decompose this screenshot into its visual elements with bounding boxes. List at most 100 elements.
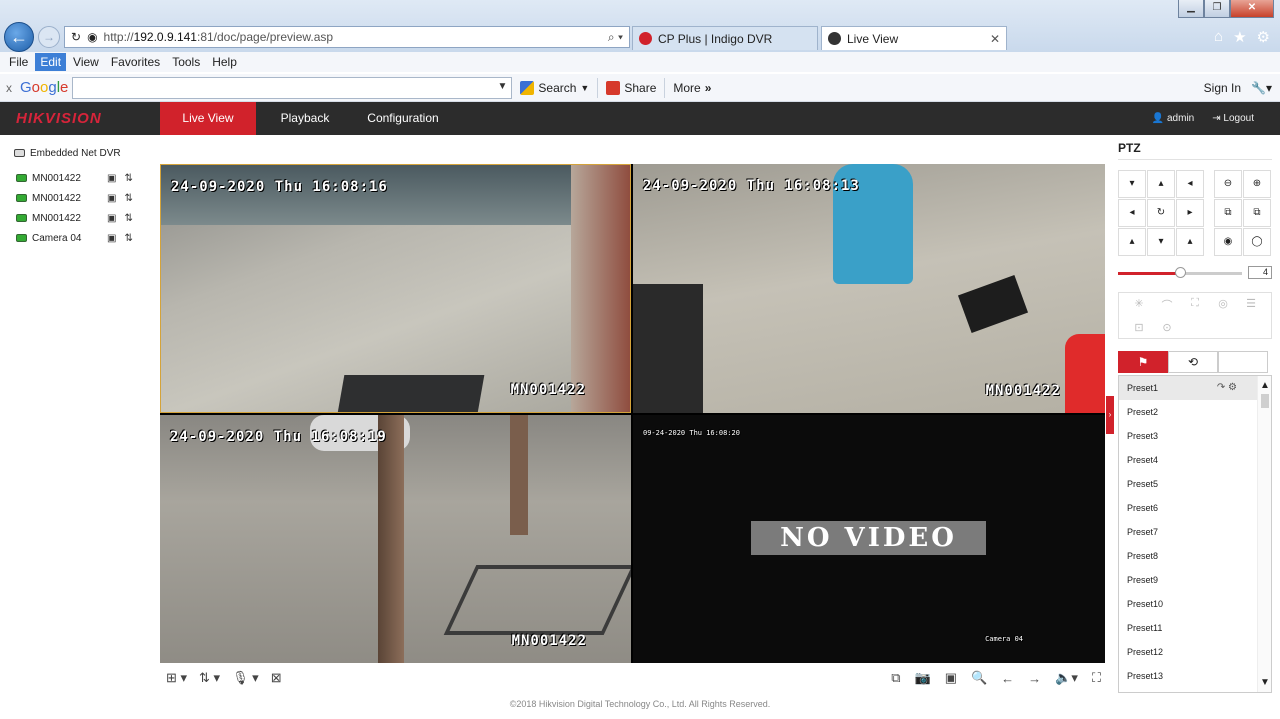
- next-page-icon[interactable]: →: [1028, 671, 1041, 686]
- stream-type-icon[interactable]: ⇅ ▾: [199, 670, 220, 686]
- back-button[interactable]: ←: [4, 22, 34, 52]
- ptz-down-right-button[interactable]: ▴: [1176, 228, 1204, 256]
- tab-cp-plus[interactable]: CP Plus | Indigo DVR: [632, 26, 818, 50]
- preset-item[interactable]: Preset12: [1119, 640, 1271, 664]
- ptz-left-button[interactable]: ◂: [1118, 199, 1146, 227]
- lens-init-icon[interactable]: ◎: [1209, 297, 1237, 313]
- light-icon[interactable]: ✳: [1125, 297, 1153, 313]
- preset-item[interactable]: Preset4: [1119, 448, 1271, 472]
- previous-page-icon[interactable]: ←: [1001, 671, 1014, 686]
- stream-icon[interactable]: ⇅: [124, 233, 132, 244]
- record-icon[interactable]: ▣: [107, 173, 116, 184]
- close-tab-icon[interactable]: ✕: [990, 32, 1000, 46]
- zoom-3d-icon[interactable]: ⊡: [1125, 321, 1153, 334]
- zoom-in-icon[interactable]: ⊖: [1214, 170, 1242, 198]
- ptz-right-button[interactable]: ▸: [1176, 199, 1204, 227]
- tab-playback[interactable]: Playback: [268, 102, 342, 135]
- tab-pattern[interactable]: [1218, 351, 1268, 373]
- google-search-input[interactable]: ▼: [72, 76, 513, 99]
- menu-view[interactable]: View: [68, 53, 104, 71]
- scroll-thumb[interactable]: [1261, 394, 1269, 408]
- chevron-down-icon[interactable]: ▼: [497, 81, 507, 92]
- stream-icon[interactable]: ⇅: [124, 193, 132, 204]
- stream-icon[interactable]: ⇅: [124, 173, 132, 184]
- preset-item[interactable]: Preset11: [1119, 616, 1271, 640]
- preset-item[interactable]: Preset5: [1119, 472, 1271, 496]
- refresh-icon[interactable]: ↻: [71, 30, 81, 44]
- ptz-up-right-button[interactable]: ◂: [1176, 170, 1204, 198]
- focus-near-icon[interactable]: ⧉: [1214, 199, 1242, 227]
- record-icon[interactable]: ▣: [945, 670, 957, 686]
- home-icon[interactable]: ⌂: [1214, 28, 1223, 46]
- zoom-out-icon[interactable]: ⊕: [1243, 170, 1271, 198]
- window-layout-icon[interactable]: ⊞ ▾: [166, 670, 187, 686]
- video-window-3[interactable]: 24-09-2020 Thu 16:08:19 MN001422: [160, 415, 631, 663]
- record-icon[interactable]: ▣: [107, 213, 116, 224]
- tab-live-view-nav[interactable]: Live View: [160, 102, 256, 135]
- tab-live-view[interactable]: Live View ✕: [821, 26, 1007, 50]
- ptz-down-left-button[interactable]: ▴: [1118, 228, 1146, 256]
- preset-item[interactable]: Preset2: [1119, 400, 1271, 424]
- microphone-icon[interactable]: 🎙 ▾: [232, 670, 259, 686]
- wrench-icon[interactable]: 🔧▾: [1251, 81, 1272, 95]
- focus-far-icon[interactable]: ⧉: [1243, 199, 1271, 227]
- call-preset-icon[interactable]: ↷: [1217, 382, 1228, 393]
- favorites-star-icon[interactable]: ★: [1233, 28, 1246, 46]
- more-button[interactable]: More »: [665, 78, 719, 98]
- ptz-collapse-handle[interactable]: ›: [1106, 396, 1114, 434]
- set-preset-icon[interactable]: ⚙: [1228, 382, 1237, 393]
- camera-item[interactable]: Camera 04 ▣ ⇅: [14, 228, 144, 248]
- user-menu[interactable]: 👤 admin: [1152, 113, 1194, 124]
- preset-item[interactable]: Preset13: [1119, 664, 1271, 688]
- all-preview-icon[interactable]: ⊠: [271, 670, 282, 686]
- preset-item[interactable]: Preset14: [1119, 688, 1271, 692]
- tab-preset[interactable]: ⚑: [1118, 351, 1168, 373]
- video-window-2[interactable]: 24-09-2020 Thu 16:08:13 MN001422: [633, 164, 1105, 413]
- preset-scrollbar[interactable]: ▲ ▼: [1257, 376, 1271, 692]
- sign-in-link[interactable]: Sign In: [1204, 81, 1241, 95]
- preset-item[interactable]: Preset8: [1119, 544, 1271, 568]
- stream-icon[interactable]: ⇅: [124, 213, 132, 224]
- record-preset-icon[interactable]: ⊙: [1153, 321, 1181, 334]
- camera-item[interactable]: MN001422 ▣ ⇅: [14, 168, 144, 188]
- menu-edit[interactable]: Edit: [35, 53, 67, 71]
- address-bar[interactable]: ↻ ◉ http://192.0.9.141:81/doc/page/previ…: [64, 26, 630, 48]
- menu-help[interactable]: Help: [207, 53, 242, 71]
- chevron-up-icon[interactable]: ▲: [1260, 380, 1270, 391]
- record-icon[interactable]: ▣: [107, 233, 116, 244]
- volume-icon[interactable]: 🔈▾: [1055, 670, 1078, 686]
- preset-item[interactable]: Preset6: [1119, 496, 1271, 520]
- iris-open-icon[interactable]: ◉: [1214, 228, 1242, 256]
- ptz-speed-slider[interactable]: 4: [1118, 266, 1272, 280]
- iris-close-icon[interactable]: ◯: [1243, 228, 1271, 256]
- close-window-button[interactable]: ✕: [1230, 0, 1274, 18]
- stop-all-icon[interactable]: ⧉: [891, 670, 900, 686]
- chevron-down-icon[interactable]: ▼: [1260, 677, 1270, 688]
- tree-root-dvr[interactable]: Embedded Net DVR: [14, 144, 144, 162]
- capture-icon[interactable]: 📷: [915, 670, 931, 686]
- ptz-up-left-button[interactable]: ▾: [1118, 170, 1146, 198]
- close-toolbar-icon[interactable]: x: [6, 81, 12, 95]
- video-window-4[interactable]: 09-24-2020 Thu 16:08:20 NO VIDEO Camera …: [633, 415, 1105, 663]
- minimize-button[interactable]: ▁: [1178, 0, 1204, 18]
- fullscreen-icon[interactable]: ⛶: [1092, 670, 1101, 686]
- tab-configuration[interactable]: Configuration: [358, 102, 448, 135]
- share-button[interactable]: Share: [598, 77, 666, 98]
- menu-favorites[interactable]: Favorites: [106, 53, 165, 71]
- maximize-button[interactable]: ❐: [1204, 0, 1230, 18]
- search-dropdown-icon[interactable]: ⌕ ▾: [608, 30, 629, 45]
- settings-gear-icon[interactable]: ⚙: [1257, 28, 1270, 46]
- camera-item[interactable]: MN001422 ▣ ⇅: [14, 208, 144, 228]
- logout-button[interactable]: ⇥ Logout: [1212, 113, 1254, 124]
- record-icon[interactable]: ▣: [107, 193, 116, 204]
- digital-zoom-icon[interactable]: 🔍: [971, 670, 987, 686]
- video-window-1[interactable]: 24-09-2020 Thu 16:08:16 MN001422: [160, 164, 631, 413]
- auto-focus-icon[interactable]: ⛶: [1181, 297, 1209, 313]
- preset-item[interactable]: Preset1 ↷ ⚙: [1119, 376, 1271, 400]
- preset-item[interactable]: Preset9: [1119, 568, 1271, 592]
- ptz-up-button[interactable]: ▴: [1147, 170, 1175, 198]
- ptz-down-button[interactable]: ▾: [1147, 228, 1175, 256]
- menu-file[interactable]: File: [4, 53, 33, 71]
- camera-item[interactable]: MN001422 ▣ ⇅: [14, 188, 144, 208]
- ptz-auto-icon[interactable]: ↻: [1147, 199, 1175, 227]
